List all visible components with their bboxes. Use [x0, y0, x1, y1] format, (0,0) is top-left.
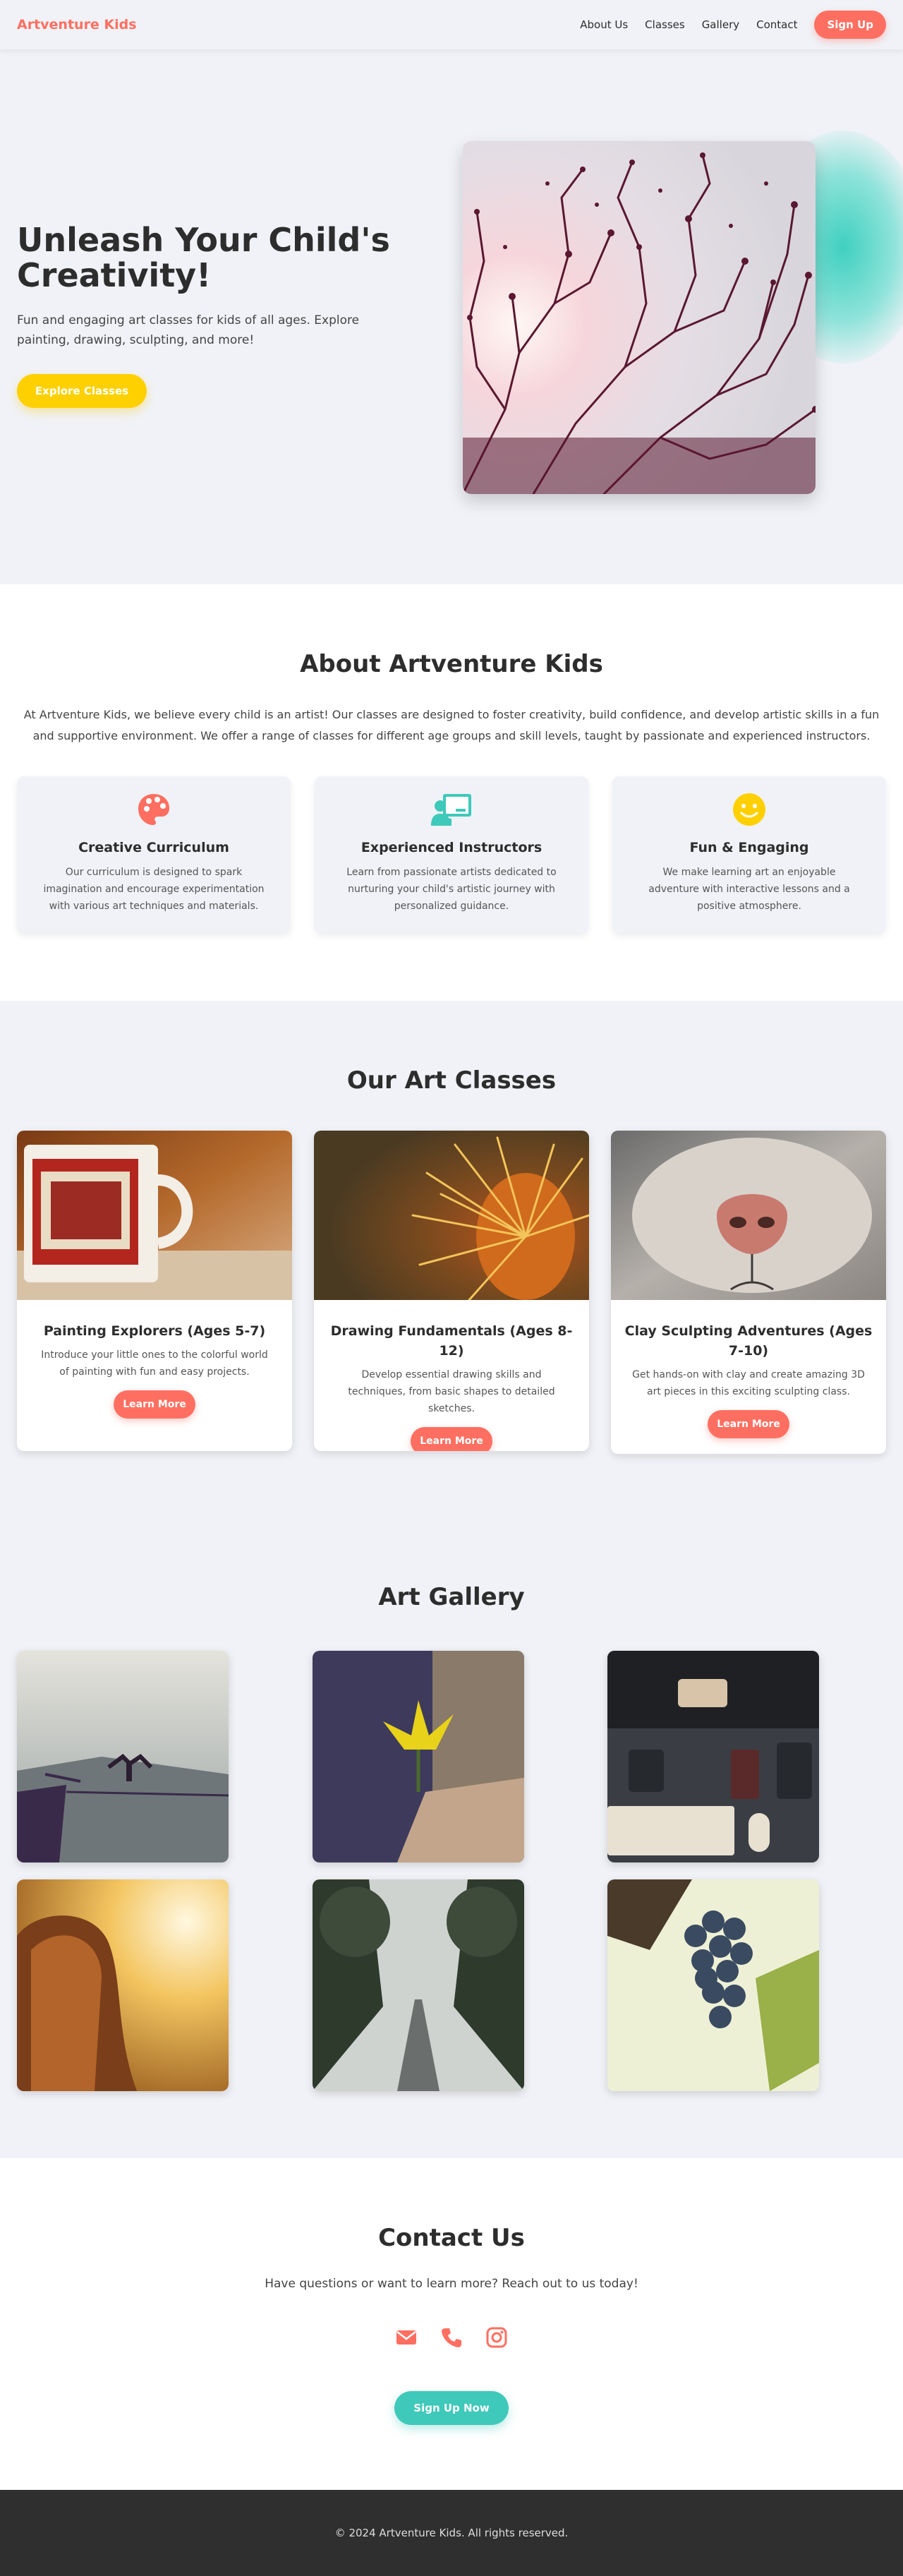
feature-desc: Learn from passionate artists dedicated … — [346, 867, 557, 912]
gallery-image-grapes[interactable] — [607, 1879, 819, 2091]
class-desc: Get hands-on with clay and create amazin… — [632, 1369, 865, 1397]
feature-card-fun: Fun & Engaging We make learning art an e… — [612, 776, 886, 933]
class-title: Painting Explorers (Ages 5-7) — [43, 1323, 266, 1339]
hero-subtitle: Fun and engaging art classes for kids of… — [17, 313, 360, 347]
feature-card-instructors: Experienced Instructors Learn from passi… — [315, 776, 588, 933]
feature-desc: Our curriculum is designed to spark imag… — [43, 867, 265, 912]
about-section: About Artventure Kids At Artventure Kids… — [0, 584, 903, 1001]
class-image — [314, 1131, 589, 1301]
top-navbar: Artventure Kids About Us Classes Gallery… — [0, 0, 903, 49]
nav-links: About Us Classes Gallery Contact Sign Up — [580, 11, 886, 39]
hero-section: Unleash Your Child's Creativity! Fun and… — [0, 0, 903, 584]
class-image — [611, 1131, 886, 1300]
about-text: At Artventure Kids, we believe every chi… — [23, 708, 880, 742]
feature-desc: We make learning art an enjoyable advent… — [648, 867, 850, 912]
class-card-clay: Clay Sculpting Adventures (Ages 7-10) Ge… — [611, 1131, 886, 1454]
gallery-image-desk[interactable] — [607, 1651, 819, 1862]
nav-link-contact[interactable]: Contact — [756, 18, 797, 31]
class-image — [17, 1131, 292, 1300]
chalkboard-teacher-icon — [431, 794, 471, 826]
gallery-image-road[interactable] — [313, 1879, 524, 2091]
gallery-section: Art Gallery — [0, 1523, 903, 2158]
site-footer: © 2024 Artventure Kids. All rights reser… — [0, 2490, 903, 2576]
feature-title: Experienced Instructors — [360, 840, 543, 855]
class-card-drawing: Drawing Fundamentals (Ages 8-12) Develop… — [314, 1131, 589, 1451]
contact-icons — [0, 2326, 903, 2349]
phone-icon[interactable] — [440, 2326, 463, 2349]
class-title: Drawing Fundamentals (Ages 8-12) — [330, 1323, 573, 1359]
learn-more-button[interactable]: Learn More — [114, 1390, 195, 1419]
class-desc: Develop essential drawing skills and tec… — [348, 1369, 555, 1414]
about-title: About Artventure Kids — [300, 650, 603, 678]
gallery-image-plant[interactable] — [313, 1651, 524, 1862]
feature-title: Creative Curriculum — [78, 840, 229, 855]
footer-copyright: © 2024 Artventure Kids. All rights reser… — [334, 2527, 569, 2539]
class-title: Clay Sculpting Adventures (Ages 7-10) — [624, 1323, 873, 1359]
sign-up-now-button[interactable]: Sign Up Now — [394, 2391, 509, 2425]
contact-title: Contact Us — [378, 2224, 525, 2252]
feature-card-curriculum: Creative Curriculum Our curriculum is de… — [17, 776, 291, 933]
site-logo[interactable]: Artventure Kids — [17, 17, 137, 32]
envelope-icon[interactable] — [395, 2326, 418, 2349]
classes-title: Our Art Classes — [346, 1066, 557, 1095]
feature-title: Fun & Engaging — [689, 840, 809, 855]
class-card-painting: Painting Explorers (Ages 5-7) Introduce … — [17, 1131, 292, 1451]
nav-link-about[interactable]: About Us — [580, 18, 628, 31]
hero-title: Unleash Your Child's Creativity! — [17, 221, 390, 294]
class-desc: Introduce your little ones to the colorf… — [41, 1349, 268, 1378]
nav-link-gallery[interactable]: Gallery — [702, 18, 739, 31]
classes-section: Our Art Classes Painting Explorers (Ages… — [0, 1001, 903, 1523]
instagram-icon[interactable] — [485, 2326, 508, 2349]
explore-classes-button[interactable]: Explore Classes — [17, 374, 147, 408]
smile-icon — [733, 793, 765, 826]
nav-link-classes[interactable]: Classes — [645, 18, 685, 31]
sign-up-button[interactable]: Sign Up — [814, 11, 886, 39]
gallery-title: Art Gallery — [378, 1583, 525, 1611]
learn-more-button[interactable]: Learn More — [411, 1427, 492, 1451]
gallery-image-sunset[interactable] — [17, 1879, 229, 2091]
learn-more-button[interactable]: Learn More — [708, 1410, 789, 1438]
gallery-image-lake[interactable] — [17, 1651, 229, 1862]
contact-text: Have questions or want to learn more? Re… — [265, 2277, 638, 2291]
palette-icon — [138, 794, 169, 825]
contact-section: Contact Us Have questions or want to lea… — [0, 2158, 903, 2490]
hero-image — [463, 141, 816, 494]
